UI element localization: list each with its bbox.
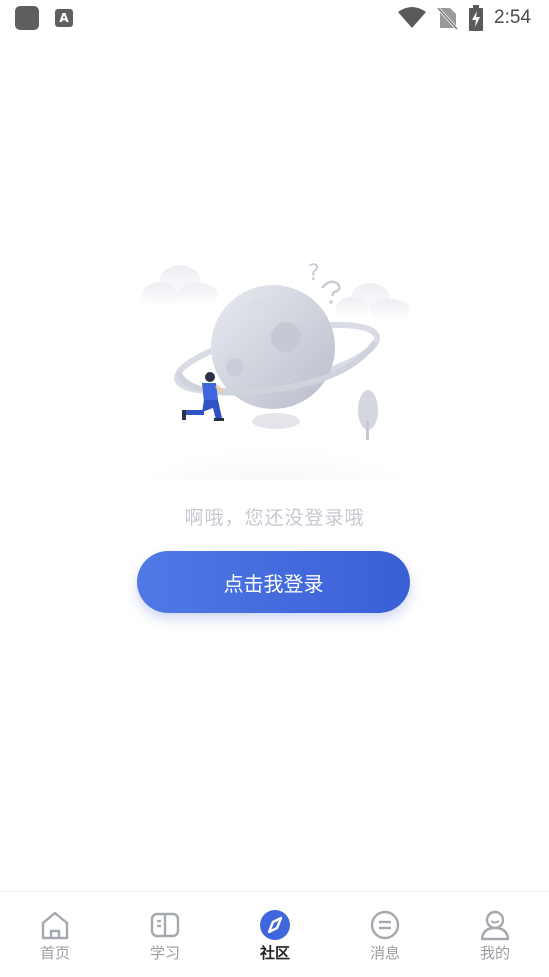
tab-study-label: 学习 [149,944,180,962]
compass-icon [260,910,290,940]
battery-charging-icon [469,5,483,31]
message-icon [370,910,400,940]
bottom-nav: 首页 学习 社区 消息 我的 [0,891,549,977]
tab-profile[interactable]: 我的 [440,892,549,977]
book-icon [150,912,180,938]
home-icon [41,911,69,940]
cloud-right [336,283,410,321]
status-time: 2:54 [494,7,531,28]
tab-study[interactable]: 学习 [110,892,220,977]
tab-community[interactable]: 社区 [220,892,330,977]
tab-home[interactable]: 首页 [0,892,110,977]
empty-state-message: 啊哦，您还没登录哦 [184,507,365,529]
wifi-icon [398,7,426,28]
profile-icon [480,910,510,941]
tab-profile-label: 我的 [479,944,510,962]
tab-messages-label: 消息 [369,944,400,962]
cloud-left [142,265,218,308]
no-sim-icon [436,6,458,30]
svg-text:?: ? [308,261,320,286]
status-bar: A 2:54 [0,0,549,36]
empty-planet-illustration: ? [130,261,420,480]
text-app-icon-letter: A [59,11,69,25]
text-app-icon: A [55,9,73,27]
tab-community-label: 社区 [259,944,290,962]
app-notification-icon [15,6,39,30]
tab-messages[interactable]: 消息 [330,892,440,977]
tab-home-label: 首页 [39,944,70,962]
login-button[interactable]: 点击我登录 [137,551,410,613]
